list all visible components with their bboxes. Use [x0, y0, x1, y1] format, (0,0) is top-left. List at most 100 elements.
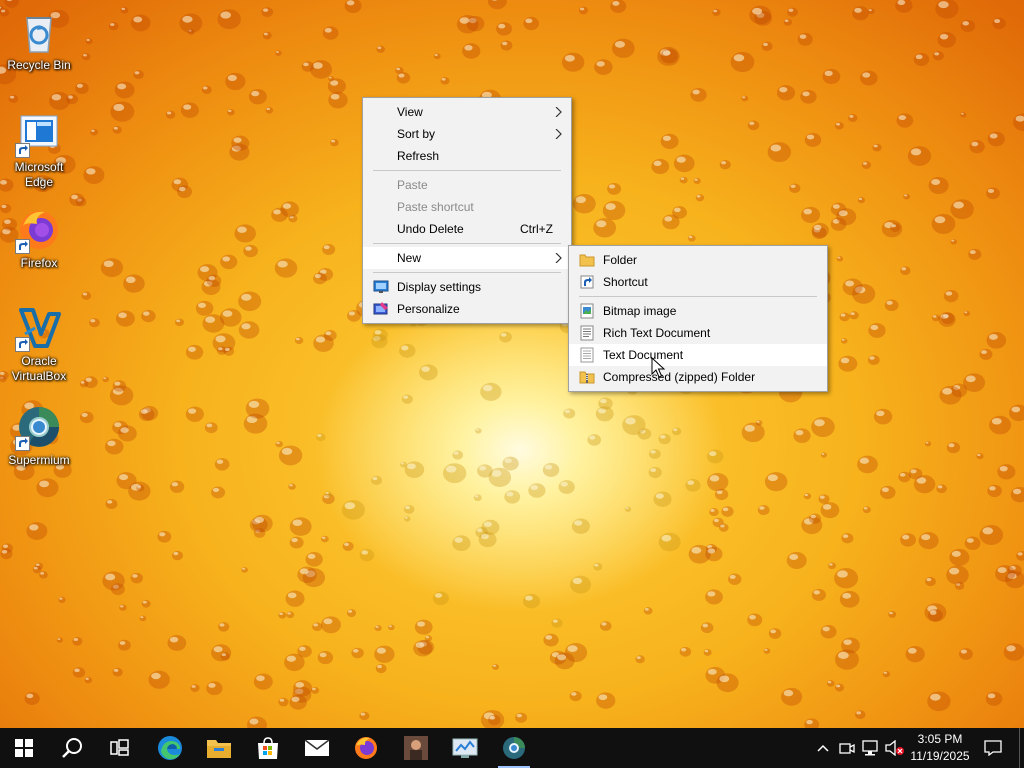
- new-submenu: Folder Shortcut Bitmap image Rich Text D…: [568, 245, 828, 392]
- menu-item-undo-delete[interactable]: Undo Delete Ctrl+Z: [363, 218, 571, 240]
- shortcut-arrow-icon: [15, 239, 30, 254]
- water-drop: [950, 239, 958, 245]
- water-drop: [679, 646, 692, 657]
- water-drop: [690, 88, 707, 102]
- water-drop: [225, 72, 246, 91]
- menu-item-refresh[interactable]: Refresh: [363, 145, 571, 167]
- water-drop: [848, 114, 858, 123]
- water-drop: [800, 89, 817, 104]
- desktop-icon-oracle-virtualbox[interactable]: Oracle VirtualBox: [2, 304, 76, 384]
- tray-camera-button[interactable]: [836, 728, 858, 768]
- water-drop: [284, 653, 305, 672]
- desktop-icon-recycle-bin[interactable]: Recycle Bin: [2, 8, 76, 73]
- menu-item-label: Compressed (zipped) Folder: [603, 370, 756, 384]
- water-drop: [804, 718, 820, 728]
- water-drop: [359, 711, 370, 721]
- water-drop: [835, 649, 859, 670]
- water-drop: [913, 52, 930, 67]
- menu-item-label: Sort by: [397, 127, 436, 141]
- water-drop: [793, 428, 811, 444]
- water-drop: [456, 15, 479, 34]
- water-drop: [658, 532, 681, 552]
- water-drop: [322, 26, 339, 40]
- water-drop: [346, 609, 357, 617]
- menu-item-display-settings[interactable]: Display settings: [363, 276, 571, 298]
- water-drop: [399, 343, 416, 358]
- keyboard-shortcut-label: Ctrl+Z: [520, 222, 553, 236]
- water-drop: [987, 484, 1002, 498]
- water-drop: [201, 85, 212, 95]
- menu-item-sort-by[interactable]: Sort by: [363, 123, 571, 145]
- bitmap-image-icon: [580, 303, 594, 319]
- mail-icon: [304, 739, 330, 756]
- desktop-icon-microsoft-edge[interactable]: Microsoft Edge: [2, 110, 76, 190]
- water-drop: [110, 101, 135, 122]
- task-view-button[interactable]: [96, 728, 144, 768]
- menu-item-new[interactable]: New: [363, 247, 571, 269]
- water-drop: [935, 0, 959, 19]
- water-drop: [905, 645, 925, 663]
- water-drop: [344, 0, 362, 13]
- water-drop: [293, 680, 313, 697]
- taskbar-app-file-explorer[interactable]: [195, 728, 243, 768]
- menu-item-new-compressed-folder[interactable]: Compressed (zipped) Folder: [569, 366, 827, 388]
- taskbar-app-firefox[interactable]: [342, 728, 390, 768]
- action-center-button[interactable]: [978, 728, 1008, 768]
- water-drop: [979, 524, 1004, 545]
- water-drop: [712, 8, 721, 16]
- menu-item-new-folder[interactable]: Folder: [569, 249, 827, 271]
- water-drop: [721, 506, 734, 517]
- start-button[interactable]: [0, 728, 48, 768]
- water-drop: [404, 516, 411, 522]
- taskbar-clock[interactable]: 3:05 PM 11/19/2025: [903, 731, 977, 765]
- menu-item-new-text-document[interactable]: Text Document: [569, 344, 827, 366]
- water-drop: [826, 680, 835, 687]
- menu-item-label: Refresh: [397, 149, 440, 163]
- taskbar-app-control-panel[interactable]: [441, 728, 489, 768]
- water-drop: [375, 663, 387, 674]
- menu-item-new-shortcut[interactable]: Shortcut: [569, 271, 827, 293]
- water-drop: [610, 0, 627, 14]
- menu-item-label: Text Document: [603, 348, 684, 362]
- tray-network-button[interactable]: [860, 728, 882, 768]
- water-drop: [730, 51, 755, 73]
- menu-item-personalize[interactable]: Personalize: [363, 298, 571, 320]
- menu-item-paste-shortcut[interactable]: Paste shortcut: [363, 196, 571, 218]
- water-drop: [985, 691, 1003, 706]
- desktop-icon-firefox[interactable]: Firefox: [2, 206, 76, 271]
- taskbar-app-unknown[interactable]: [392, 728, 440, 768]
- menu-item-new-rich-text-document[interactable]: Rich Text Document: [569, 322, 827, 344]
- show-hidden-icons-button[interactable]: [812, 728, 834, 768]
- desktop[interactable]: Recycle Bin Microsoft Edge Firefox Oracl…: [0, 0, 1024, 728]
- search-button[interactable]: [48, 728, 96, 768]
- water-drop: [707, 449, 724, 464]
- taskbar-app-edge[interactable]: [146, 728, 194, 768]
- water-drop: [599, 621, 612, 631]
- water-drop: [685, 478, 701, 492]
- start-icon: [15, 739, 33, 757]
- taskbar-app-mail[interactable]: [293, 728, 341, 768]
- desktop-icon-supermium[interactable]: Supermium: [2, 403, 76, 468]
- water-drop: [602, 200, 626, 221]
- taskbar-app-supermium[interactable]: [490, 728, 538, 768]
- menu-item-new-bitmap-image[interactable]: Bitmap image: [569, 300, 827, 322]
- show-desktop-button[interactable]: [1019, 728, 1020, 768]
- menu-separator: [579, 296, 817, 297]
- water-drop: [648, 466, 662, 479]
- menu-item-label: View: [397, 105, 423, 119]
- folder-icon: [579, 254, 595, 267]
- menu-item-label: Folder: [603, 253, 638, 267]
- water-drop: [757, 505, 770, 516]
- water-drop: [950, 199, 974, 220]
- water-drop: [238, 291, 262, 312]
- menu-item-paste[interactable]: Paste: [363, 174, 571, 196]
- clock-time: 3:05 PM: [917, 732, 963, 746]
- water-drop: [928, 608, 943, 622]
- taskbar-app-microsoft-store[interactable]: [244, 728, 292, 768]
- compressed-folder-icon: [579, 371, 595, 384]
- menu-item-view[interactable]: View: [363, 101, 571, 123]
- water-drop: [112, 380, 127, 392]
- water-drop: [987, 131, 1005, 147]
- water-drop: [177, 185, 192, 199]
- water-drop: [811, 223, 829, 238]
